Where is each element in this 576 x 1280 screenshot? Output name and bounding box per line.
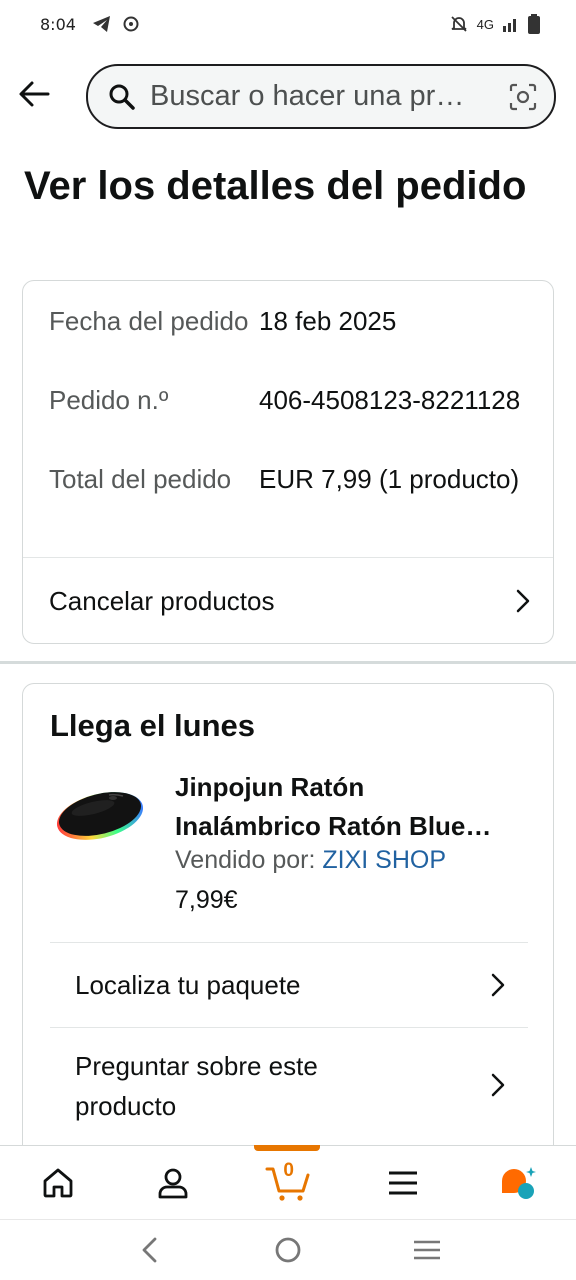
seller-info: Vendido por: ZIXI SHOP [175,846,446,875]
nav-menu[interactable] [346,1146,461,1220]
system-recents-button[interactable] [407,1230,447,1270]
cart-count: 0 [283,1160,294,1181]
order-date-value: 18 feb 2025 [259,306,397,336]
order-total-row: Total del pedido EUR 7,99 (1 producto) [49,459,529,499]
chevron-right-icon [513,589,533,613]
order-total-label: Total del pedido [49,464,232,494]
home-icon [43,1168,72,1198]
ask-product-label: Preguntar sobre este producto [75,1050,318,1121]
order-total-value: EUR 7,99 (1 producto) [259,464,520,494]
bottom-nav: 0 [0,1145,576,1219]
cancel-products-label: Cancelar productos [49,585,275,616]
chevron-right-icon [488,973,508,997]
back-button[interactable] [14,74,54,114]
seller-label: Vendido por: [175,846,316,874]
order-number-value: 406-4508123-8221128 [259,385,521,415]
search-icon [108,83,136,111]
order-number-label: Pedido n.º [49,385,169,415]
nav-account[interactable] [115,1146,230,1220]
person-icon [158,1168,188,1199]
battery-icon [528,14,540,34]
system-home-icon [275,1237,301,1263]
telegram-icon [92,16,110,32]
order-summary-card: Fecha del pedido 18 feb 2025 Pedido n.º … [22,280,554,644]
product-title[interactable]: Jinpojun Ratón Inalámbrico Ratón Blue… [175,768,533,846]
seller-link[interactable]: ZIXI SHOP [322,846,446,874]
sync-icon [123,16,139,32]
mute-bell-icon [451,16,467,32]
system-back-button[interactable] [129,1230,169,1270]
delivery-title: Llega el lunes [50,708,256,743]
product-price: 7,99€ [175,886,238,914]
nav-home[interactable] [0,1146,115,1220]
track-package-row[interactable]: Localiza tu paquete [50,943,528,1027]
search-input[interactable]: Buscar o hacer una pr… [86,64,556,129]
system-home-button[interactable] [268,1230,308,1270]
header: Buscar o hacer una pr… [0,60,576,132]
product-image[interactable] [53,782,147,846]
status-bar: 8:04 4G [0,0,576,48]
back-arrow-icon [19,81,50,107]
order-number-row: Pedido n.º 406-4508123-8221128 [49,380,529,420]
order-date-row: Fecha del pedido 18 feb 2025 [49,301,529,341]
system-nav-bar [0,1219,576,1280]
signal-icon [503,19,516,32]
active-indicator [254,1145,321,1151]
search-placeholder: Buscar o hacer una pr… [150,80,465,112]
hamburger-icon [389,1171,418,1195]
chevron-right-icon [488,1073,508,1097]
chat-assistant-icon [502,1167,537,1199]
system-recents-icon [413,1240,440,1260]
system-back-icon [142,1237,157,1263]
camera-search-icon[interactable] [508,82,538,112]
order-date-label: Fecha del pedido [49,306,249,336]
nav-cart[interactable]: 0 [230,1145,345,1220]
ask-product-row[interactable]: Preguntar sobre este producto [50,1028,528,1143]
product-title-line1: Jinpojun Ratón [175,772,365,802]
nav-rufus[interactable] [461,1146,576,1220]
product-title-line2: Inalámbrico Ratón Blue… [175,811,492,841]
cancel-products-row[interactable]: Cancelar productos [23,558,553,644]
delivery-card: Llega el lunes Jinpojun Ratón Inalámbric… [22,683,554,1183]
status-time: 8:04 [40,14,76,34]
track-package-label: Localiza tu paquete [75,969,301,1000]
network-type: 4G [476,16,494,32]
page-title: Ver los detalles del pedido [24,164,527,208]
section-divider [0,661,576,664]
